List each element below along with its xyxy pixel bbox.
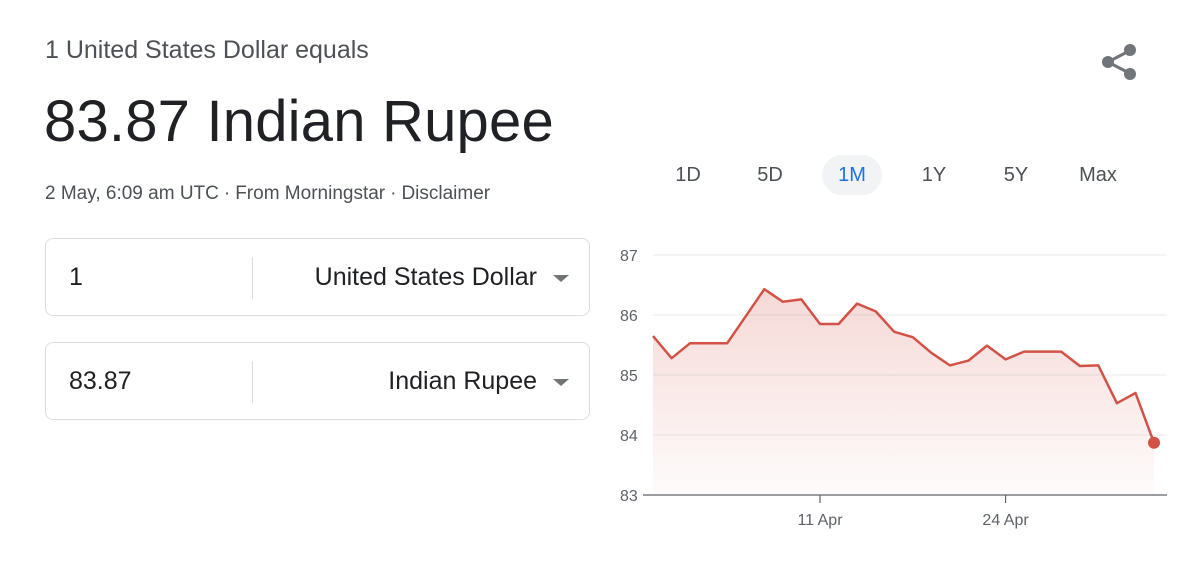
tab-1m[interactable]: 1M <box>822 155 882 195</box>
from-amount-input[interactable]: 1 <box>69 263 83 292</box>
rate-meta: 2 May, 6:09 am UTC · From Morningstar · Disc… <box>45 183 490 205</box>
tab-1d[interactable]: 1D <box>658 155 718 195</box>
y-tick-label: 85 <box>620 368 638 385</box>
conversion-result: 83.87 Indian Rupee <box>44 89 554 154</box>
to-currency-select[interactable]: Indian Rupee <box>388 367 537 396</box>
from-currency-select[interactable]: United States Dollar <box>315 263 537 292</box>
rate-chart[interactable]: 83 84 85 86 87 11 Apr 24 Apr <box>600 230 1180 550</box>
chevron-down-icon[interactable] <box>553 379 569 386</box>
tab-max[interactable]: Max <box>1068 155 1128 195</box>
tab-1y[interactable]: 1Y <box>904 155 964 195</box>
y-tick-label: 86 <box>620 308 638 325</box>
timestamp: 2 May, 6:09 am UTC <box>45 183 219 204</box>
tab-5d[interactable]: 5D <box>740 155 800 195</box>
chevron-down-icon[interactable] <box>553 275 569 282</box>
x-tick-label: 24 Apr <box>982 512 1029 529</box>
x-tick-label: 11 Apr <box>797 512 843 529</box>
from-currency-box: 1 United States Dollar <box>45 238 590 316</box>
y-tick-label: 83 <box>620 488 638 505</box>
range-tabs: 1D 5D 1M 1Y 5Y Max <box>658 150 1138 198</box>
disclaimer-link[interactable]: Disclaimer <box>401 183 490 204</box>
to-currency-box: 83.87 Indian Rupee <box>45 342 590 420</box>
area-fill <box>653 289 1154 495</box>
separator: · <box>223 183 231 204</box>
y-tick-label: 84 <box>620 428 638 445</box>
field-divider <box>252 361 253 403</box>
data-point-latest <box>1148 436 1161 449</box>
conversion-subtitle: 1 United States Dollar equals <box>45 36 369 64</box>
share-icon[interactable] <box>1100 42 1140 82</box>
separator: · <box>390 183 397 204</box>
source-link[interactable]: From Morningstar <box>235 183 385 204</box>
y-tick-label: 87 <box>620 248 638 265</box>
field-divider <box>252 257 253 299</box>
to-amount-input[interactable]: 83.87 <box>69 367 132 396</box>
tab-5y[interactable]: 5Y <box>986 155 1046 195</box>
